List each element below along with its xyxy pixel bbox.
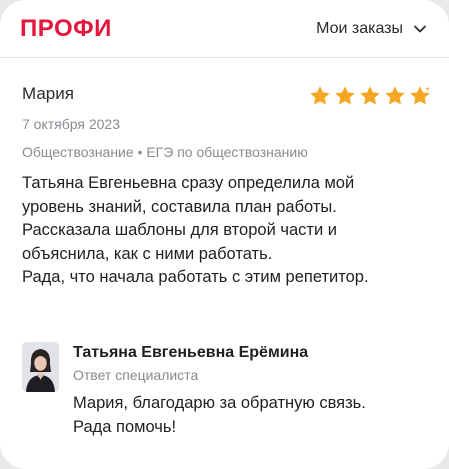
review-text-line: уровень знаний, составила план работы. xyxy=(22,197,337,216)
avatar xyxy=(22,342,59,392)
my-orders-dropdown[interactable]: Мои заказы xyxy=(316,19,427,39)
specialist-photo xyxy=(22,342,59,392)
star-icon xyxy=(360,86,380,105)
star-icon xyxy=(385,86,405,105)
review-text-line: Рада, что начала работать с этим репетит… xyxy=(22,268,369,286)
reply-text: Мария, благодарю за обратную связь. Рада… xyxy=(73,392,366,439)
review-card: ПРОФИ Мои заказы Мария 7 октября 2023 Об… xyxy=(0,0,449,469)
star-half-icon xyxy=(410,86,430,105)
specialist-name[interactable]: Татьяна Евгеньевна Ерёмина xyxy=(73,344,308,362)
review: Мария 7 октября 2023 Обществознание • ЕГ… xyxy=(22,84,432,286)
review-text-line: Рассказала шаблоны для второй части и xyxy=(22,221,337,239)
review-subject-tags: Обществознание • ЕГЭ по обществознанию xyxy=(22,144,308,160)
review-text: Татьяна Евгеньевна сразу определила мой … xyxy=(22,172,432,290)
review-text-line: объяснила, как с ними работать. xyxy=(22,244,273,263)
star-icon xyxy=(335,86,355,105)
review-text-line: Татьяна Евгеньевна сразу определила мой xyxy=(22,174,355,192)
specialist-role: Ответ специалиста xyxy=(73,367,199,383)
reply-text-line: Мария, благодарю за обратную связь. xyxy=(73,394,366,412)
review-date: 7 октября 2023 xyxy=(22,116,120,132)
my-orders-label: Мои заказы xyxy=(316,20,403,37)
rating-stars xyxy=(308,84,432,108)
star-icon xyxy=(310,86,330,105)
profi-logo[interactable]: ПРОФИ xyxy=(20,15,112,43)
reply-text-line: Рада помочь! xyxy=(73,417,177,436)
chevron-down-icon xyxy=(414,25,426,33)
header: ПРОФИ Мои заказы xyxy=(0,0,449,58)
